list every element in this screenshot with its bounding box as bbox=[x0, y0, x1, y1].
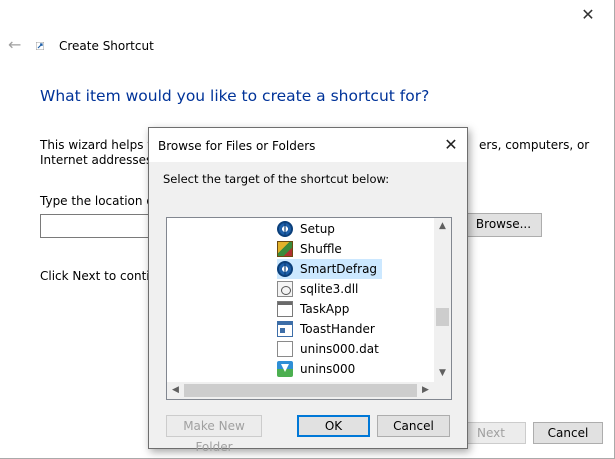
tree-item-taskapp[interactable]: TaskApp bbox=[277, 299, 354, 319]
browse-dialog: Browse for Files or Folders ✕ Select the… bbox=[148, 127, 468, 454]
wizard-description-end: ers, computers, or bbox=[479, 138, 590, 152]
horizontal-scroll-thumb[interactable] bbox=[184, 384, 417, 397]
vertical-scrollbar[interactable]: ▲ ▼ bbox=[434, 218, 451, 382]
tree-item-smartdefrag[interactable]: SmartDefrag bbox=[277, 259, 383, 279]
tree-item-label: unins000.dat bbox=[300, 342, 379, 356]
tree-item-label: ToastHander bbox=[300, 322, 375, 336]
dialog-title: Browse for Files or Folders bbox=[158, 139, 316, 153]
location-input[interactable] bbox=[40, 214, 152, 238]
scroll-left-arrow-icon[interactable]: ◀ bbox=[167, 382, 184, 399]
vertical-scroll-thumb[interactable] bbox=[436, 308, 449, 326]
scroll-up-arrow-icon[interactable]: ▲ bbox=[434, 218, 451, 235]
gear-icon bbox=[277, 221, 293, 237]
gear-icon bbox=[277, 261, 293, 277]
tree-item-label: SmartDefrag bbox=[298, 261, 380, 277]
browse-button[interactable]: Browse... bbox=[465, 213, 542, 237]
horizontal-scrollbar[interactable]: ◀ ▶ bbox=[167, 382, 434, 399]
dll-file-icon bbox=[277, 281, 293, 297]
tree-item-toasthander[interactable]: ToastHander bbox=[277, 319, 380, 339]
file-tree[interactable]: Setup Shuffle SmartDefrag sqlite3.dll Ta… bbox=[166, 217, 452, 400]
wizard-heading: What item would you like to create a sho… bbox=[40, 87, 430, 105]
app-window-icon bbox=[277, 301, 293, 317]
cards-icon bbox=[277, 241, 293, 257]
ok-button[interactable]: OK bbox=[297, 415, 370, 437]
tree-item-setup[interactable]: Setup bbox=[277, 219, 340, 239]
tree-item-label: TaskApp bbox=[300, 302, 350, 316]
tree-item-shuffle[interactable]: Shuffle bbox=[277, 239, 347, 259]
tree-item-sqlite3-dll[interactable]: sqlite3.dll bbox=[277, 279, 363, 299]
tree-item-unins000-dat[interactable]: unins000.dat bbox=[277, 339, 384, 359]
dialog-cancel-button[interactable]: Cancel bbox=[377, 415, 450, 437]
dialog-prompt: Select the target of the shortcut below: bbox=[163, 172, 390, 186]
blank-file-icon bbox=[277, 341, 293, 357]
wizard-description-line2: Internet addresses. bbox=[40, 153, 157, 167]
wizard-title: Create Shortcut bbox=[59, 39, 154, 53]
next-instruction-text: Click Next to continu bbox=[40, 269, 165, 283]
make-new-folder-button[interactable]: Make New Folder bbox=[166, 415, 262, 454]
scrollbar-corner bbox=[434, 382, 451, 399]
wizard-cancel-button[interactable]: Cancel bbox=[533, 422, 603, 444]
uninstaller-icon bbox=[277, 361, 293, 377]
tree-item-label: unins000 bbox=[300, 362, 356, 376]
dialog-close-button[interactable]: ✕ bbox=[439, 135, 463, 155]
scroll-right-arrow-icon[interactable]: ▶ bbox=[417, 382, 434, 399]
scroll-down-arrow-icon[interactable]: ▼ bbox=[434, 365, 451, 382]
back-arrow-icon[interactable]: ← bbox=[8, 36, 26, 54]
dialog-titlebar: Browse for Files or Folders ✕ bbox=[149, 128, 467, 162]
shortcut-app-icon bbox=[36, 42, 44, 50]
tree-item-label: Shuffle bbox=[300, 242, 342, 256]
tree-item-unins000[interactable]: unins000 bbox=[277, 359, 360, 379]
tree-item-label: sqlite3.dll bbox=[300, 282, 359, 296]
wizard-close-button[interactable]: ✕ bbox=[574, 4, 602, 26]
toast-app-icon bbox=[277, 321, 293, 337]
tree-item-label: Setup bbox=[300, 222, 335, 236]
